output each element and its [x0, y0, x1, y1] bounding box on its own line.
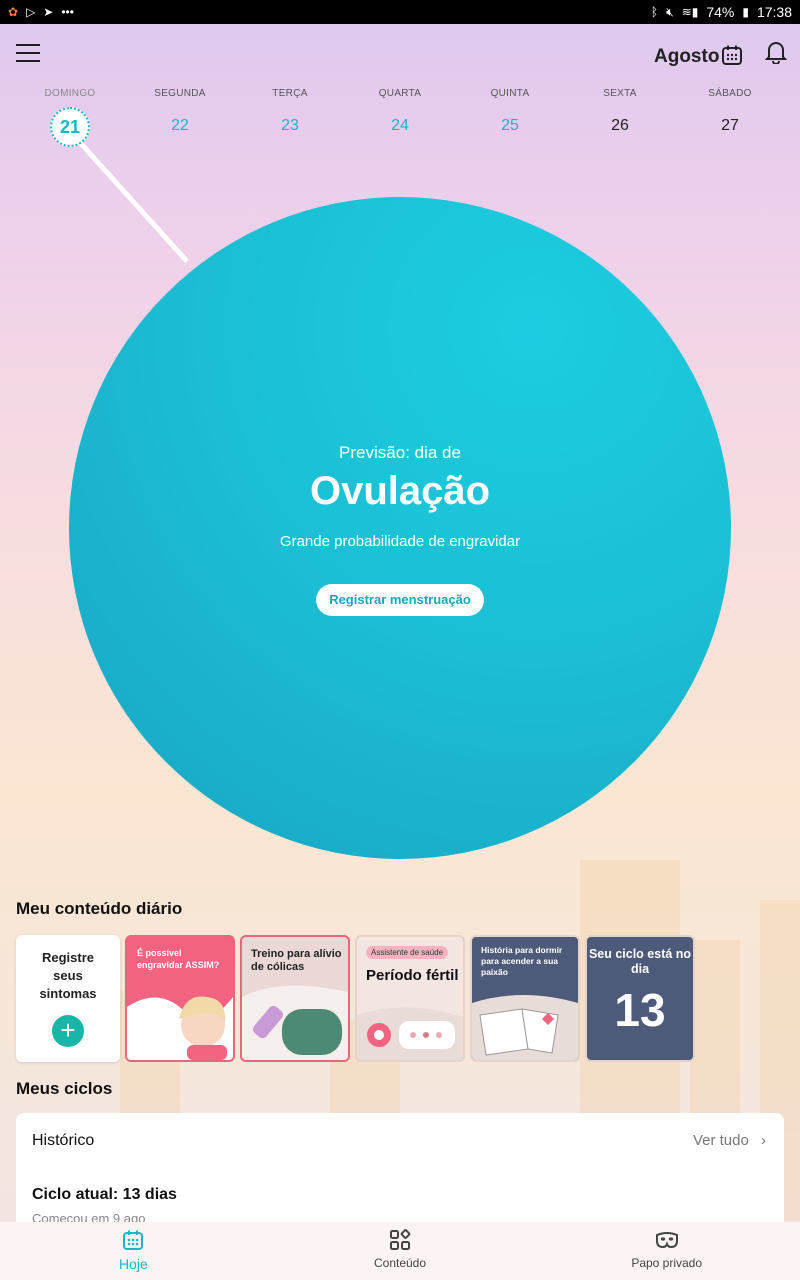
- day-name: SEXTA: [603, 88, 637, 99]
- content-card[interactable]: Assistente de saúde Período fértil: [355, 935, 465, 1062]
- chevron-right-icon: ›: [761, 1132, 766, 1149]
- daily-content-title: Meu conteúdo diário: [16, 899, 183, 918]
- day-number: 24: [391, 117, 409, 134]
- nav-content-label: Conteúdo: [373, 1256, 427, 1270]
- book-illustration: [472, 995, 578, 1060]
- current-cycle-label: Ciclo atual: 13 dias: [32, 1186, 177, 1203]
- content-card[interactable]: Treino para alívio de cólicas: [240, 935, 350, 1062]
- day-number: 22: [171, 117, 189, 134]
- today-marker: 21: [50, 107, 90, 147]
- mask-icon: [655, 1232, 678, 1249]
- grid-icon: [390, 1229, 411, 1250]
- nav-content[interactable]: Conteúdo: [267, 1222, 534, 1280]
- battery-level: 74%: [706, 4, 735, 20]
- hamburger-icon: [16, 44, 40, 46]
- day-number: 23: [281, 117, 299, 134]
- battery-icon: ▮: [742, 5, 749, 19]
- clock: 17:38: [756, 4, 792, 20]
- cycle-day-card[interactable]: Seu ciclo está no dia 13: [585, 935, 695, 1062]
- week-strip: DOMINGO 21 SEGUNDA 22 TERÇA 23 QUARTA 24…: [15, 86, 785, 147]
- more-notifications-icon: •••: [61, 5, 74, 19]
- cycle-day-number: 13: [614, 984, 666, 1036]
- day-monday[interactable]: SEGUNDA 22: [125, 86, 235, 147]
- content-card[interactable]: É possível engravidar ASSIM?: [125, 935, 235, 1062]
- register-symptoms-label: Registre seus sintomas: [39, 950, 97, 1001]
- status-bar: ✿ ▷ ➤ ••• ᛒ 🔇︎ ≋▮ 74% ▮ 17:38: [0, 0, 800, 24]
- play-store-icon: ▷: [26, 5, 36, 19]
- bell-icon[interactable]: [765, 40, 787, 64]
- day-name: QUARTA: [378, 88, 422, 99]
- card-title: Seu ciclo está no dia: [588, 947, 692, 976]
- menu-button[interactable]: [16, 44, 40, 64]
- day-number: 25: [501, 117, 519, 134]
- day-number: 26: [611, 117, 629, 134]
- day-friday[interactable]: SEXTA 26: [565, 86, 675, 147]
- yoga-mat-illustration: [242, 985, 348, 1060]
- content-card[interactable]: História para dormir para acender a sua …: [470, 935, 580, 1062]
- bottom-navigation: Hoje Conteúdo Papo privado: [0, 1222, 800, 1280]
- day-saturday[interactable]: SÁBADO 27: [675, 86, 785, 147]
- day-sunday[interactable]: DOMINGO 21: [15, 86, 125, 147]
- day-name: DOMINGO: [44, 88, 96, 99]
- wifi-signal-icon: ≋▮: [681, 5, 699, 19]
- calendar-icon: [123, 1230, 144, 1250]
- prediction-title: Ovulação: [309, 469, 491, 513]
- calendar-icon[interactable]: [721, 44, 743, 66]
- history-label: Histórico: [32, 1132, 95, 1149]
- chat-bubble-illustration: [357, 1007, 463, 1060]
- month-label[interactable]: Agosto: [654, 46, 719, 68]
- plus-icon: +: [52, 1015, 84, 1047]
- day-thursday[interactable]: QUINTA 25: [455, 86, 565, 147]
- see-all-label: Ver tudo: [692, 1132, 749, 1149]
- register-symptoms-card[interactable]: Registre seus sintomas +: [16, 935, 120, 1062]
- mute-icon: 🔇︎: [666, 4, 674, 19]
- day-wednesday[interactable]: QUARTA 24: [345, 86, 455, 147]
- day-name: SÁBADO: [708, 88, 752, 99]
- nav-today-label: Hoje: [118, 1256, 148, 1272]
- day-name: SEGUNDA: [154, 88, 206, 99]
- prediction-subtitle: Grande probabilidade de engravidar: [279, 533, 521, 550]
- selected-day-pointer: [78, 140, 189, 264]
- day-tuesday[interactable]: TERÇA 23: [235, 86, 345, 147]
- prediction-prefix: Previsão: dia de: [339, 443, 461, 462]
- day-name: QUINTA: [490, 88, 530, 99]
- nav-today[interactable]: Hoje: [0, 1222, 267, 1280]
- day-name: TERÇA: [272, 88, 308, 99]
- nav-private-chat-label: Papo privado: [631, 1256, 703, 1270]
- day-number: 27: [721, 117, 739, 134]
- cycle-prediction-circle: Previsão: dia de Ovulação Grande probabi…: [69, 197, 731, 859]
- register-period-button[interactable]: Registrar menstruação: [316, 584, 484, 616]
- bluetooth-icon: ᛒ: [650, 5, 659, 19]
- daily-content-carousel: Registre seus sintomas + É possível engr…: [16, 935, 695, 1062]
- app-notification-icon: ✿: [8, 5, 19, 19]
- woman-illustration: [127, 996, 233, 1060]
- cycles-panel: Histórico Ver tudo › Ciclo atual: 13 dia…: [16, 1113, 784, 1228]
- telegram-icon: ➤: [43, 5, 54, 19]
- my-cycles-title: Meus ciclos: [16, 1079, 113, 1098]
- see-all-link[interactable]: Ver tudo ›: [693, 1132, 766, 1149]
- nav-private-chat[interactable]: Papo privado: [533, 1222, 800, 1280]
